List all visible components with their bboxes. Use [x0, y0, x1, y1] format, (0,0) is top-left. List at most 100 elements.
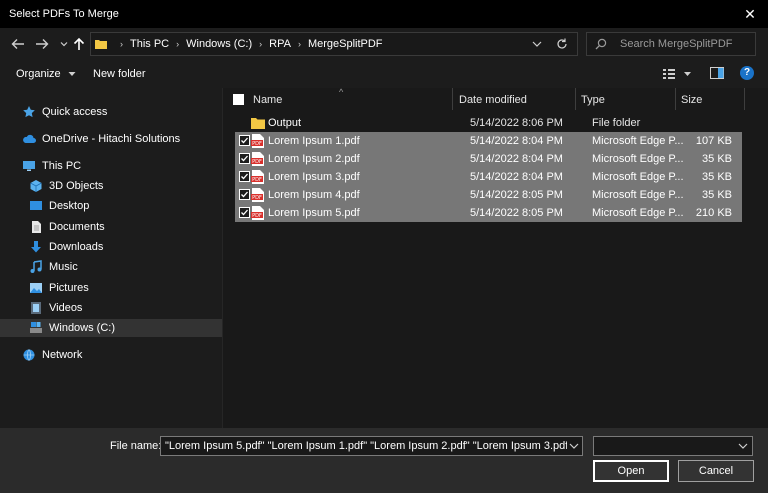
nav-label: 3D Objects [49, 180, 104, 192]
column-header-date[interactable]: Date modified [459, 94, 527, 106]
breadcrumb-mergesplitpdf[interactable]: MergeSplitPDF [308, 38, 383, 50]
picture-icon [30, 283, 42, 293]
refresh-icon[interactable] [555, 37, 569, 51]
file-date: 5/14/2022 8:05 PM [470, 207, 563, 219]
file-type-select[interactable] [593, 436, 753, 456]
nav-item-desktop[interactable]: Desktop [0, 197, 222, 215]
search-icon [595, 38, 607, 50]
svg-text:PDF: PDF [252, 141, 262, 147]
file-row-lorem-ipsum-5[interactable]: PDF Lorem Ipsum 5.pdf 5/14/2022 8:05 PM … [235, 204, 742, 222]
folder-icon [251, 118, 265, 129]
folder-icon [95, 40, 107, 49]
file-name: Lorem Ipsum 5.pdf [268, 207, 360, 219]
nav-item-music[interactable]: Music [0, 258, 222, 276]
row-checkbox[interactable] [239, 171, 250, 182]
title-bar: Select PDFs To Merge ✕ [0, 0, 768, 28]
breadcrumb: › This PC › Windows (C:) › RPA › MergeSp… [113, 33, 383, 55]
nav-item-pictures[interactable]: Pictures [0, 279, 222, 297]
row-checkbox[interactable] [239, 189, 250, 200]
file-size: 35 KB [702, 189, 732, 201]
file-row-lorem-ipsum-1[interactable]: PDF Lorem Ipsum 1.pdf 5/14/2022 8:04 PM … [235, 132, 742, 150]
breadcrumb-rpa[interactable]: RPA [269, 38, 291, 50]
command-bar: Organize New folder ? [0, 60, 768, 88]
file-date: 5/14/2022 8:06 PM [470, 117, 563, 129]
search-input[interactable]: Search MergeSplitPDF [586, 32, 756, 56]
address-field[interactable]: › This PC › Windows (C:) › RPA › MergeSp… [90, 32, 578, 56]
chevron-right-icon: › [297, 39, 301, 49]
nav-label: Music [49, 261, 78, 273]
navigation-pane: Quick access OneDrive - Hitachi Solution… [0, 88, 222, 428]
column-separator[interactable] [744, 88, 745, 110]
document-icon [32, 221, 41, 233]
chevron-down-icon [68, 72, 76, 76]
open-button[interactable]: Open [593, 460, 669, 482]
column-header-type[interactable]: Type [581, 94, 605, 106]
organize-label: Organize [16, 68, 61, 80]
file-name-label: File name: [110, 440, 162, 452]
breadcrumb-windows-c[interactable]: Windows (C:) [186, 38, 252, 50]
row-checkbox[interactable] [239, 135, 250, 146]
chevron-down-icon[interactable] [569, 442, 579, 450]
svg-text:PDF: PDF [252, 213, 262, 219]
file-type: Microsoft Edge P... [592, 153, 684, 165]
file-type: Microsoft Edge P... [592, 207, 684, 219]
back-arrow-icon[interactable] [9, 35, 27, 53]
column-separator[interactable] [452, 88, 453, 110]
nav-item-3d-objects[interactable]: 3D Objects [0, 177, 222, 195]
nav-item-windows-c[interactable]: Windows (C:) [0, 319, 222, 337]
nav-item-network[interactable]: Network [0, 346, 222, 364]
view-options-button[interactable] [662, 67, 694, 81]
preview-pane-icon[interactable] [710, 67, 724, 79]
file-list: ^ Name Date modified Type Size Output 5/… [223, 87, 768, 428]
nav-label: Documents [49, 221, 105, 233]
cancel-button[interactable]: Cancel [678, 460, 754, 482]
file-name: Lorem Ipsum 4.pdf [268, 189, 360, 201]
pdf-file-icon: PDF [251, 170, 264, 184]
file-name: Lorem Ipsum 3.pdf [268, 171, 360, 183]
file-row-lorem-ipsum-2[interactable]: PDF Lorem Ipsum 2.pdf 5/14/2022 8:04 PM … [235, 150, 742, 168]
help-icon[interactable]: ? [740, 66, 754, 80]
up-arrow-icon[interactable] [70, 35, 88, 53]
column-header-size[interactable]: Size [681, 94, 702, 106]
network-icon [23, 349, 35, 361]
file-row-lorem-ipsum-4[interactable]: PDF Lorem Ipsum 4.pdf 5/14/2022 8:05 PM … [235, 186, 742, 204]
pdf-file-icon: PDF [251, 152, 264, 166]
chevron-down-icon[interactable] [531, 38, 543, 50]
file-name-input[interactable]: "Lorem Ipsum 5.pdf" "Lorem Ipsum 1.pdf" … [160, 436, 583, 456]
forward-arrow-icon[interactable] [33, 35, 51, 53]
file-name: Lorem Ipsum 1.pdf [268, 135, 360, 147]
nav-item-onedrive[interactable]: OneDrive - Hitachi Solutions [0, 130, 222, 148]
search-placeholder: Search MergeSplitPDF [620, 38, 733, 50]
nav-item-videos[interactable]: Videos [0, 299, 222, 317]
file-type: Microsoft Edge P... [592, 189, 684, 201]
file-date: 5/14/2022 8:04 PM [470, 135, 563, 147]
breadcrumb-this-pc[interactable]: This PC [130, 38, 169, 50]
nav-label: Pictures [49, 282, 89, 294]
file-name-panel: File name: "Lorem Ipsum 5.pdf" "Lorem Ip… [0, 428, 768, 493]
select-all-checkbox[interactable] [233, 94, 244, 105]
file-type: Microsoft Edge P... [592, 135, 684, 147]
cloud-icon [23, 134, 36, 143]
nav-item-downloads[interactable]: Downloads [0, 238, 222, 256]
nav-label: Downloads [49, 241, 104, 253]
pdf-file-icon: PDF [251, 134, 264, 148]
column-header-name[interactable]: Name [253, 94, 282, 106]
file-name: Lorem Ipsum 2.pdf [268, 153, 360, 165]
row-checkbox[interactable] [239, 207, 250, 218]
nav-item-this-pc[interactable]: This PC [0, 157, 222, 175]
nav-item-documents[interactable]: Documents [0, 218, 222, 236]
organize-button[interactable]: Organize [16, 68, 76, 80]
file-row-lorem-ipsum-3[interactable]: PDF Lorem Ipsum 3.pdf 5/14/2022 8:04 PM … [235, 168, 742, 186]
column-separator[interactable] [675, 88, 676, 110]
file-date: 5/14/2022 8:04 PM [470, 153, 563, 165]
window-title: Select PDFs To Merge [9, 8, 119, 20]
desktop-icon [30, 201, 42, 210]
column-separator[interactable] [575, 88, 576, 110]
row-checkbox[interactable] [239, 153, 250, 164]
nav-item-quick-access[interactable]: Quick access [0, 103, 222, 121]
new-folder-button[interactable]: New folder [93, 68, 146, 80]
file-row-output[interactable]: Output 5/14/2022 8:06 PM File folder [235, 114, 742, 132]
file-size: 210 KB [695, 207, 732, 219]
file-type: File folder [592, 117, 641, 129]
close-icon[interactable]: ✕ [740, 4, 760, 24]
